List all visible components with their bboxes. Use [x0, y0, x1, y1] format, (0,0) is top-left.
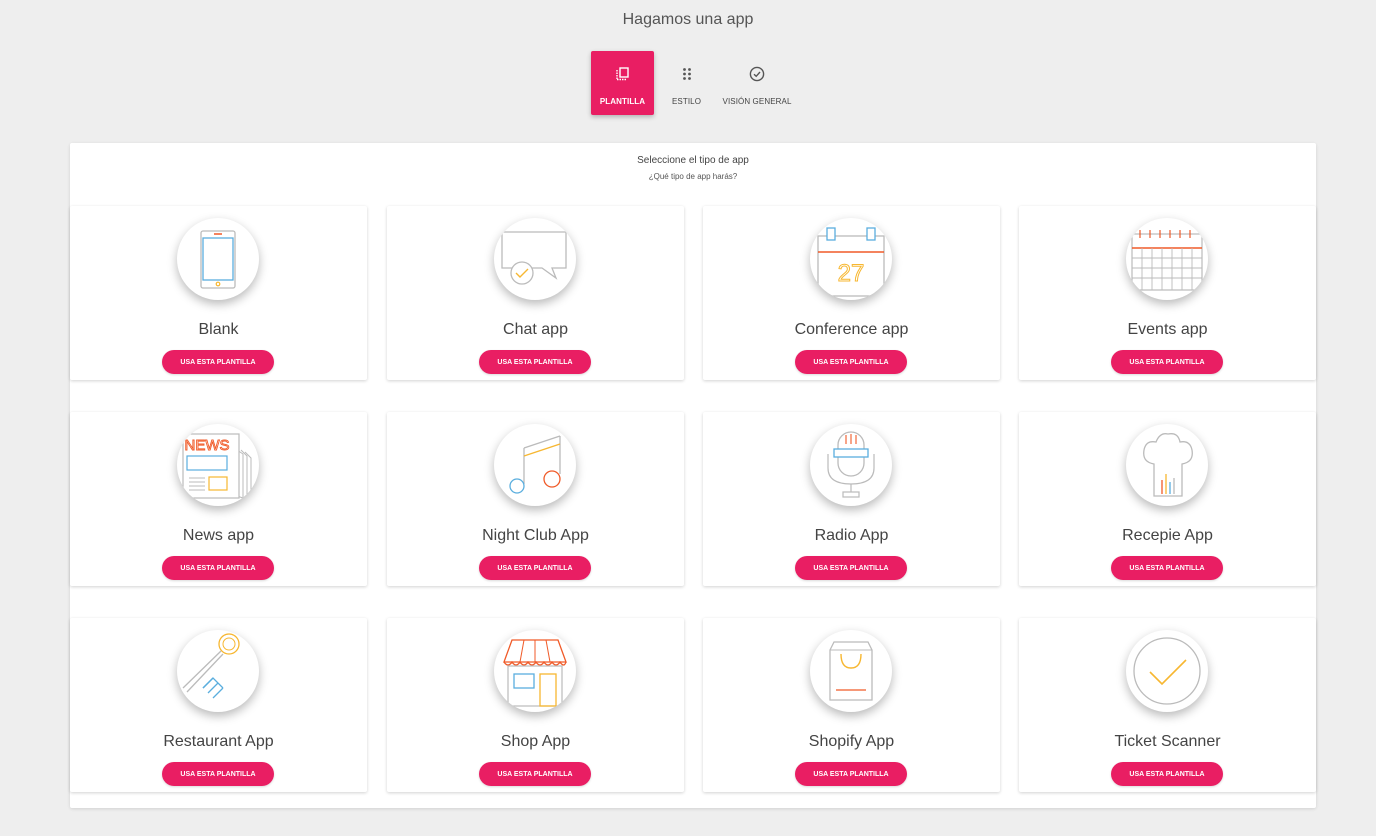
template-card-shop[interactable]: Shop App USA ESTA PLANTILLA: [387, 618, 684, 792]
page-title: Hagamos una app: [622, 11, 754, 28]
storefront-icon: [494, 630, 576, 712]
step-label: VISIÓN GENERAL: [722, 97, 792, 106]
card-title: Ticket Scanner: [1114, 733, 1221, 750]
svg-text:27: 27: [838, 260, 865, 287]
tablet-icon: [177, 218, 259, 300]
template-card-shopify[interactable]: Shopify App USA ESTA PLANTILLA: [703, 618, 1000, 792]
use-template-button[interactable]: USA ESTA PLANTILLA: [795, 762, 907, 786]
card-title: Shop App: [500, 733, 571, 750]
card-title: Radio App: [814, 527, 889, 544]
use-template-button[interactable]: USA ESTA PLANTILLA: [479, 556, 591, 580]
use-template-button[interactable]: USA ESTA PLANTILLA: [162, 350, 274, 374]
panel-heading: Seleccione el tipo de app: [637, 155, 749, 166]
card-title: Events app: [1127, 321, 1208, 338]
template-card-conference[interactable]: 27 Conference app USA ESTA PLANTILLA: [703, 206, 1000, 380]
template-card-radio[interactable]: Radio App USA ESTA PLANTILLA: [703, 412, 1000, 586]
checkmark-icon: [1126, 630, 1208, 712]
microphone-icon: [810, 424, 892, 506]
spoon-fork-icon: [177, 630, 259, 712]
use-template-button[interactable]: USA ESTA PLANTILLA: [479, 762, 591, 786]
card-title: Restaurant App: [163, 733, 274, 750]
use-template-button[interactable]: USA ESTA PLANTILLA: [162, 556, 274, 580]
card-title: Blank: [198, 321, 239, 338]
template-card-chat[interactable]: Chat app USA ESTA PLANTILLA: [387, 206, 684, 380]
card-title: Recepie App: [1122, 527, 1213, 544]
chef-hat-icon: [1126, 424, 1208, 506]
use-template-button[interactable]: USA ESTA PLANTILLA: [795, 350, 907, 374]
card-title: Chat app: [503, 321, 568, 338]
template-card-restaurant[interactable]: Restaurant App USA ESTA PLANTILLA: [70, 618, 367, 792]
chat-bubble-icon: [494, 218, 576, 300]
use-template-button[interactable]: USA ESTA PLANTILLA: [479, 350, 591, 374]
card-title: News app: [182, 527, 255, 544]
use-template-button[interactable]: USA ESTA PLANTILLA: [162, 762, 274, 786]
music-note-icon: [494, 424, 576, 506]
use-template-button[interactable]: USA ESTA PLANTILLA: [1111, 350, 1223, 374]
template-card-events[interactable]: Events app USA ESTA PLANTILLA: [1019, 206, 1316, 380]
template-card-night-club[interactable]: Night Club App USA ESTA PLANTILLA: [387, 412, 684, 586]
template-icon: [615, 66, 631, 82]
step-label: PLANTILLA: [599, 97, 646, 106]
use-template-button[interactable]: USA ESTA PLANTILLA: [1111, 556, 1223, 580]
check-circle-icon: [749, 66, 765, 82]
template-card-blank[interactable]: Blank USA ESTA PLANTILLA: [70, 206, 367, 380]
dots-grid-icon: [679, 66, 695, 82]
step-estilo[interactable]: ESTILO: [662, 51, 711, 115]
card-title: Night Club App: [482, 527, 589, 544]
calendar-grid-icon: [1126, 218, 1208, 300]
svg-text:NEWS: NEWS: [185, 437, 230, 454]
template-card-news[interactable]: NEWS News app USA ESTA PLANTILLA: [70, 412, 367, 586]
shopping-bag-icon: [810, 630, 892, 712]
use-template-button[interactable]: USA ESTA PLANTILLA: [1111, 762, 1223, 786]
calendar-27-icon: 27: [810, 218, 892, 300]
step-label: ESTILO: [671, 97, 702, 106]
template-card-ticket-scanner[interactable]: Ticket Scanner USA ESTA PLANTILLA: [1019, 618, 1316, 792]
template-panel: Seleccione el tipo de app ¿Qué tipo de a…: [70, 143, 1316, 808]
newspaper-icon: NEWS: [177, 424, 259, 506]
card-title: Conference app: [794, 321, 909, 338]
use-template-button[interactable]: USA ESTA PLANTILLA: [795, 556, 907, 580]
panel-subheading: ¿Qué tipo de app harás?: [648, 172, 738, 181]
step-plantilla[interactable]: PLANTILLA: [591, 51, 654, 115]
card-title: Shopify App: [808, 733, 895, 750]
template-card-recepie[interactable]: Recepie App USA ESTA PLANTILLA: [1019, 412, 1316, 586]
step-vision-general[interactable]: VISIÓN GENERAL: [723, 51, 791, 115]
